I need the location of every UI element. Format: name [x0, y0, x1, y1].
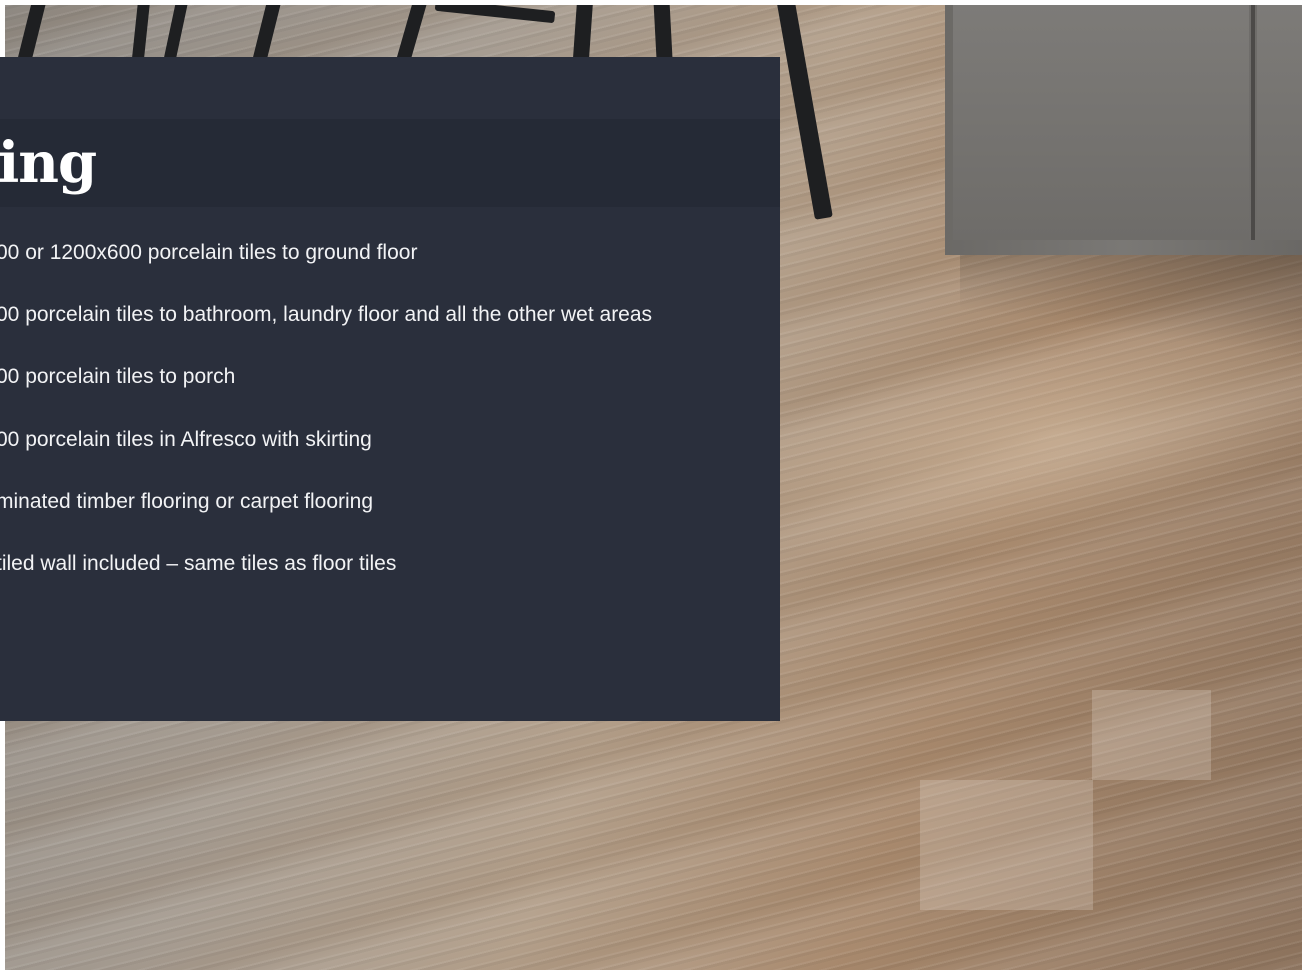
flooring-info-panel: ing 00 or 1200x600 porcelain tiles to gr… [0, 57, 780, 721]
list-item: 00 porcelain tiles to porch [0, 365, 236, 389]
list-item: minated timber flooring or carpet floori… [0, 489, 374, 513]
panel-title: ing [0, 130, 97, 196]
list-item: 00 porcelain tiles to bathroom, laundry … [0, 303, 653, 327]
list-item: 00 porcelain tiles in Alfresco with skir… [0, 427, 372, 451]
flooring-list: 00 or 1200x600 porcelain tiles to ground… [0, 237, 652, 610]
chair-leg [434, 5, 556, 24]
cabinet-door-gap [1251, 5, 1255, 240]
list-item: 00 or 1200x600 porcelain tiles to ground… [0, 241, 418, 264]
chair-leg [775, 5, 833, 220]
title-band: ing [0, 119, 780, 207]
cabinet-door [953, 5, 1249, 240]
decorative-square [920, 780, 1093, 910]
decorative-square [1092, 690, 1211, 780]
cabinet-door [1257, 5, 1302, 240]
list-item: tiled wall included – same tiles as floo… [0, 551, 397, 575]
